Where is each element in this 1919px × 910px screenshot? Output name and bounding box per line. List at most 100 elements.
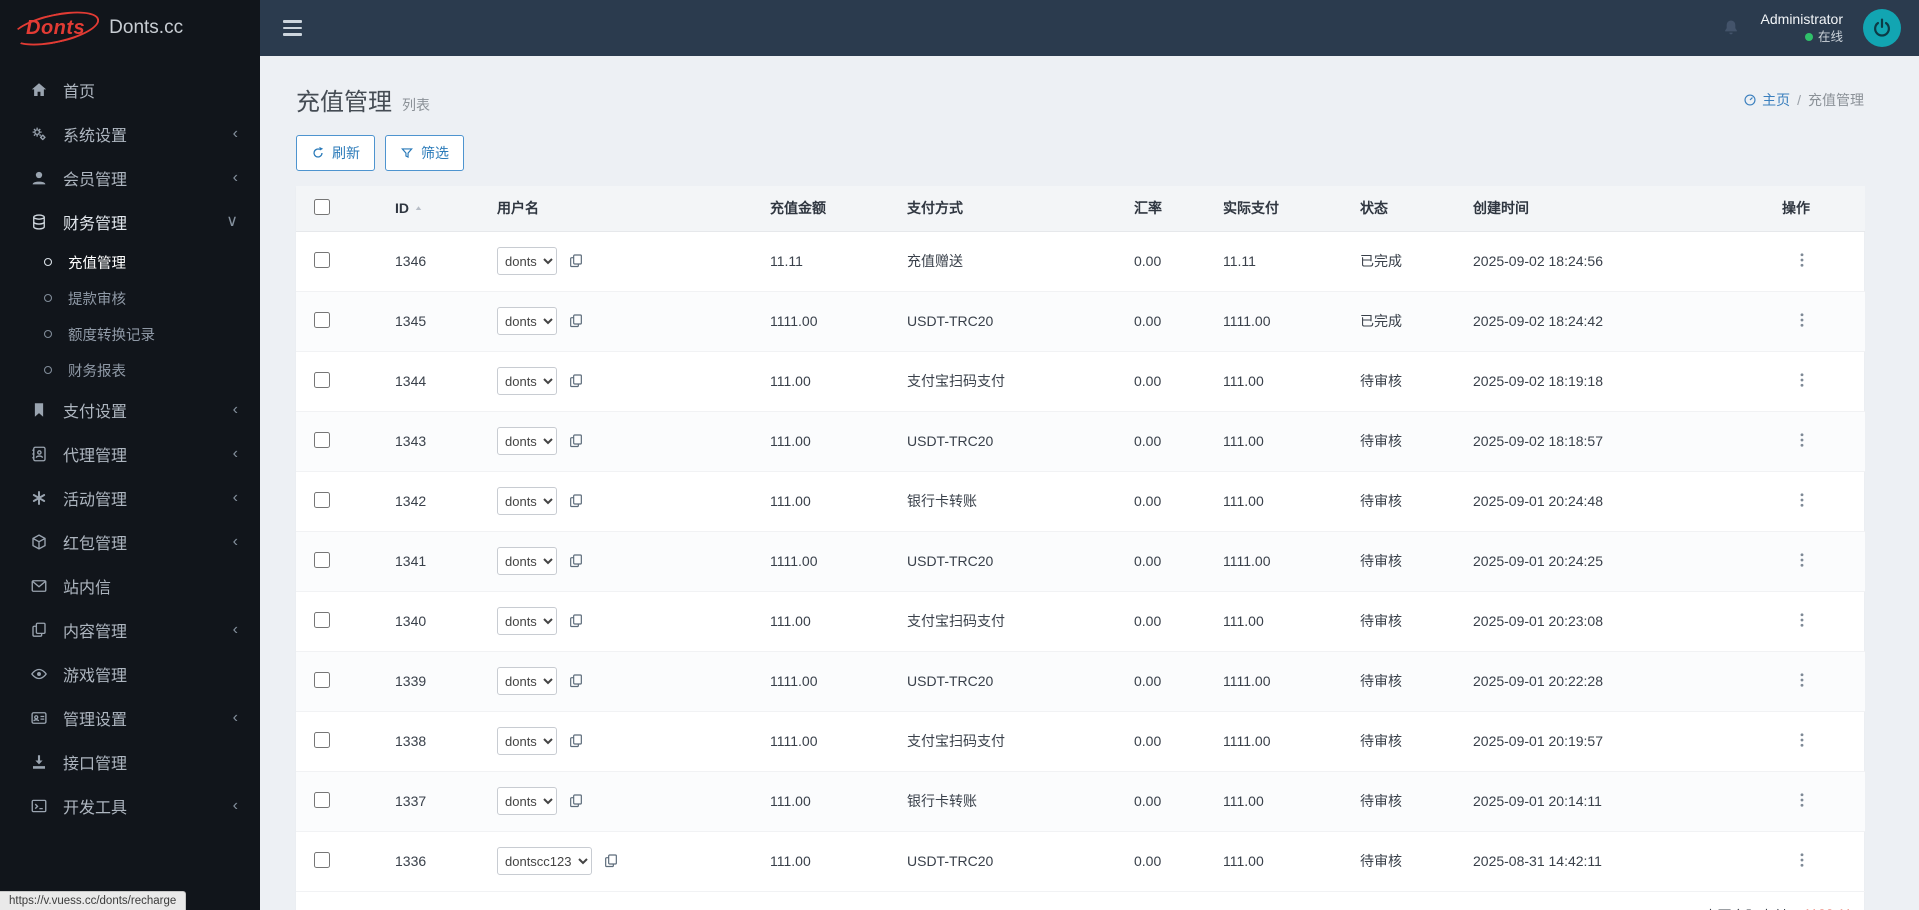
amount-cell: 111.00 [762, 831, 899, 892]
status-cell: 已完成 [1352, 231, 1465, 292]
copy-icon[interactable] [567, 733, 584, 750]
sidebar-item-members[interactable]: 会员管理 ‹ [0, 156, 260, 200]
sidebar-item-activities[interactable]: 活动管理 ‹ [0, 476, 260, 520]
amount-cell: 1111.00 [762, 711, 899, 772]
username-cell: donts [489, 471, 762, 532]
filter-button[interactable]: 筛选 [385, 135, 464, 171]
username-select[interactable]: donts [497, 607, 557, 635]
sidebar-item-system-settings[interactable]: 系统设置 ‹ [0, 112, 260, 156]
sidebar-item-quota-transfer-records[interactable]: 额度转换记录 [0, 316, 260, 352]
row-actions-button[interactable] [1792, 791, 1812, 811]
copy-icon[interactable] [567, 433, 584, 450]
sidebar-item-games[interactable]: 游戏管理 [0, 652, 260, 696]
row-actions-button[interactable] [1792, 851, 1812, 871]
username-select[interactable]: donts [497, 247, 557, 275]
breadcrumb-home-link[interactable]: 主页 [1743, 90, 1790, 110]
copy-icon[interactable] [567, 613, 584, 630]
row-actions-button[interactable] [1792, 371, 1812, 391]
sidebar-item-admin-settings[interactable]: 管理设置 ‹ [0, 696, 260, 740]
amount-cell: 111.00 [762, 351, 899, 412]
row-actions-button[interactable] [1792, 311, 1812, 331]
filter-button-label: 筛选 [421, 145, 449, 161]
copy-icon[interactable] [567, 553, 584, 570]
sidebar-item-finance[interactable]: 财务管理 ∨ [0, 200, 260, 244]
column-header-created[interactable]: 创建时间 [1465, 186, 1774, 232]
row-checkbox[interactable] [314, 731, 330, 748]
brand[interactable]: Donts Donts.cc [0, 0, 260, 56]
sidebar-item-content[interactable]: 内容管理 ‹ [0, 608, 260, 652]
sidebar-item-recharge[interactable]: 充值管理 [0, 244, 260, 280]
notifications-icon[interactable] [1721, 18, 1741, 38]
row-checkbox[interactable] [314, 671, 330, 688]
row-actions-button[interactable] [1792, 731, 1812, 751]
row-checkbox[interactable] [314, 251, 330, 268]
row-checkbox[interactable] [314, 311, 330, 328]
sidebar-item-label: 首页 [63, 84, 96, 101]
row-checkbox[interactable] [314, 551, 330, 568]
row-checkbox[interactable] [314, 851, 330, 868]
sidebar-item-withdraw-review[interactable]: 提款审核 [0, 280, 260, 316]
copy-icon[interactable] [567, 673, 584, 690]
username-select[interactable]: donts [497, 787, 557, 815]
column-header-method[interactable]: 支付方式 [899, 186, 1126, 232]
row-actions-button[interactable] [1792, 251, 1812, 271]
row-actions-button[interactable] [1792, 611, 1812, 631]
chevron-icon: ‹ [232, 797, 238, 814]
copy-icon[interactable] [567, 253, 584, 270]
copy-icon[interactable] [567, 793, 584, 810]
row-actions-button[interactable] [1792, 671, 1812, 691]
sidebar-item-label: 会员管理 [63, 172, 128, 189]
copy-icon[interactable] [567, 313, 584, 330]
row-actions-button[interactable] [1792, 551, 1812, 571]
refresh-button[interactable]: 刷新 [296, 135, 375, 171]
sidebar-item-red-packets[interactable]: 红包管理 ‹ [0, 520, 260, 564]
username-select[interactable]: donts [497, 487, 557, 515]
id-cell: 1345 [387, 291, 489, 352]
username-cell: donts [489, 651, 762, 712]
rate-cell: 0.00 [1126, 231, 1215, 292]
row-checkbox[interactable] [314, 611, 330, 628]
menu-toggle-button[interactable] [270, 0, 314, 56]
username-select[interactable]: donts [497, 547, 557, 575]
chevron-icon: ∨ [226, 213, 238, 230]
copy-icon[interactable] [602, 853, 619, 870]
row-checkbox[interactable] [314, 791, 330, 808]
user-avatar-button[interactable] [1863, 9, 1901, 47]
select-all-checkbox[interactable] [314, 198, 330, 215]
username-select[interactable]: donts [497, 667, 557, 695]
sidebar-item-label: 额度转换记录 [68, 327, 155, 344]
column-header-amount[interactable]: 充值金额 [762, 186, 899, 232]
username-select[interactable]: donts [497, 367, 557, 395]
username-cell: donts [489, 771, 762, 832]
kebab-icon [1793, 551, 1811, 569]
kebab-icon [1793, 611, 1811, 629]
column-header-id[interactable]: ID [387, 186, 489, 232]
user-status: 在线 [1761, 29, 1843, 46]
column-header-username[interactable]: 用户名 [489, 186, 762, 232]
sidebar-item-home[interactable]: 首页 [0, 68, 260, 112]
row-actions-button[interactable] [1792, 491, 1812, 511]
copy-icon[interactable] [567, 493, 584, 510]
actions-cell [1774, 711, 1865, 772]
row-checkbox[interactable] [314, 491, 330, 508]
sidebar-item-label: 游戏管理 [63, 668, 128, 685]
row-checkbox[interactable] [314, 431, 330, 448]
sidebar-item-messages[interactable]: 站内信 [0, 564, 260, 608]
row-actions-button[interactable] [1792, 431, 1812, 451]
username-select[interactable]: donts [497, 727, 557, 755]
created-cell: 2025-09-02 18:24:42 [1465, 291, 1774, 352]
sidebar-item-finance-report[interactable]: 财务报表 [0, 352, 260, 388]
rate-cell: 0.00 [1126, 411, 1215, 472]
username-select[interactable]: dontscc123 [497, 847, 592, 875]
sidebar-item-agents[interactable]: 代理管理 ‹ [0, 432, 260, 476]
copy-icon[interactable] [567, 373, 584, 390]
column-header-rate[interactable]: 汇率 [1126, 186, 1215, 232]
column-header-actual[interactable]: 实际支付 [1215, 186, 1352, 232]
sidebar-item-api[interactable]: 接口管理 [0, 740, 260, 784]
sidebar-item-dev-tools[interactable]: 开发工具 ‹ [0, 784, 260, 828]
sidebar-item-payment-settings[interactable]: 支付设置 ‹ [0, 388, 260, 432]
username-select[interactable]: donts [497, 307, 557, 335]
row-checkbox[interactable] [314, 371, 330, 388]
column-header-status[interactable]: 状态 [1352, 186, 1465, 232]
username-select[interactable]: donts [497, 427, 557, 455]
